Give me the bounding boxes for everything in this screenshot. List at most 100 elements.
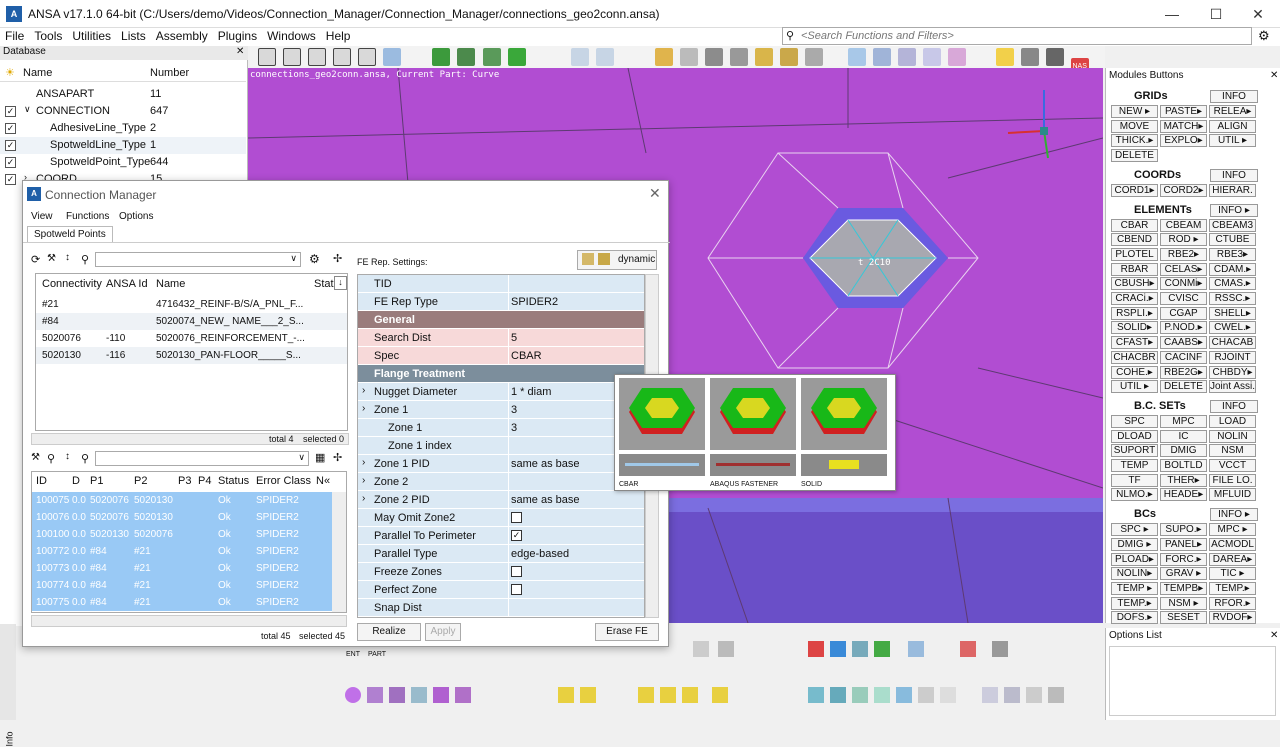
tool-pin-icon[interactable] [948, 48, 967, 66]
tool-filter-icon[interactable] [383, 48, 402, 66]
module-button[interactable]: IC [1160, 429, 1207, 443]
module-button[interactable]: RBE3▸ [1209, 247, 1256, 261]
col-p3[interactable]: P3 [178, 475, 191, 487]
module-button[interactable]: SPC [1111, 414, 1158, 428]
db-row-checkbox[interactable]: ✓ [5, 174, 16, 185]
section-icon[interactable] [455, 687, 471, 703]
chevron-right-icon[interactable]: › [362, 403, 365, 414]
cbar-preview-image[interactable] [619, 378, 705, 450]
grid-icon[interactable]: ▦ [315, 451, 325, 464]
property-row[interactable]: FE Rep Type SPIDER2 [358, 293, 644, 311]
sort-icon[interactable]: ↕ [65, 252, 70, 263]
property-checkbox[interactable] [511, 584, 522, 595]
module-button[interactable]: CBEAM [1160, 218, 1207, 232]
tool-delete-icon[interactable] [729, 48, 748, 66]
tool-open-icon[interactable] [457, 48, 476, 66]
tool-bold-icon[interactable] [258, 48, 276, 66]
table-row[interactable]: 100075 0.0 5020076 5020130 Ok SPIDER2 [32, 492, 332, 509]
module-button[interactable]: RBE2G▸ [1160, 365, 1207, 379]
module-button[interactable]: DAREA▸ [1209, 552, 1256, 566]
tool-cut-icon[interactable] [805, 48, 824, 66]
property-row[interactable]: › Zone 2 PID same as base [358, 491, 644, 509]
module-button[interactable]: COHE.▸ [1111, 365, 1158, 379]
db-row[interactable]: ANSAPART 11 [0, 86, 246, 103]
col-p2[interactable]: P2 [134, 475, 147, 487]
chevron-right-icon[interactable]: › [362, 457, 365, 468]
gear-icon[interactable]: ⚙ [1258, 28, 1270, 44]
module-button[interactable]: CACINF [1160, 350, 1207, 364]
info-tab[interactable]: Info [5, 731, 15, 746]
property-checkbox[interactable]: ✓ [511, 530, 522, 541]
pin-icon[interactable]: ✢ [333, 252, 342, 265]
module-button[interactable]: CORD1▸ [1111, 183, 1158, 197]
tool-arrows-icon[interactable] [923, 48, 942, 66]
cube-gear-icon[interactable] [992, 641, 1008, 657]
module-button[interactable]: CGAP [1160, 306, 1207, 320]
panel-close-icon[interactable]: ✕ [1270, 630, 1278, 641]
module-button[interactable]: SUPORT [1111, 444, 1158, 458]
property-row[interactable]: Snap Dist [358, 599, 644, 617]
chevron-right-icon[interactable]: › [362, 385, 365, 396]
menu-tools[interactable]: Tools [29, 29, 67, 43]
property-checkbox[interactable] [511, 512, 522, 523]
property-row[interactable]: Flange Treatment [358, 365, 644, 383]
module-button[interactable]: PLOAD▸ [1111, 552, 1158, 566]
undo-icon[interactable] [654, 48, 673, 66]
module-button[interactable]: MFLUID [1209, 488, 1256, 502]
filter-search-icon[interactable]: ⚲ [81, 452, 89, 465]
table-row[interactable]: 100774 0.0 #84 #21 Ok SPIDER2 [32, 577, 332, 594]
module-button[interactable]: CELAS▸ [1160, 262, 1207, 276]
pencil-icon[interactable] [982, 687, 998, 703]
module-button[interactable]: RSPLI.▸ [1111, 306, 1158, 320]
dynamic-mode-button[interactable]: dynamic [577, 250, 657, 270]
face-3-icon[interactable] [638, 687, 654, 703]
property-row[interactable]: Parallel To Perimeter ✓ [358, 527, 644, 545]
module-button[interactable]: PLOTEL [1111, 247, 1158, 261]
module-button[interactable]: THICK.▸ [1111, 134, 1158, 148]
cube-green-icon[interactable] [874, 641, 890, 657]
module-button[interactable]: CHACBR [1111, 350, 1158, 364]
search-zoom-icon[interactable] [595, 48, 614, 66]
tool-m-icon[interactable] [308, 48, 327, 66]
tool-check-icon[interactable] [507, 48, 526, 66]
property-row[interactable]: › Nugget Diameter 1 * diam [358, 383, 644, 401]
menu-windows[interactable]: Windows [262, 29, 321, 43]
property-row[interactable]: › Zone 1 PID same as base [358, 455, 644, 473]
table-row[interactable]: 100772 0.0 #84 #21 Ok SPIDER2 [32, 543, 332, 560]
db-row[interactable]: ✓ ∨ CONNECTION 647 [0, 103, 246, 120]
chevron-down-icon[interactable]: ∨ [24, 104, 31, 115]
module-button[interactable]: DLOAD [1111, 429, 1158, 443]
mesh-cube-7-icon[interactable] [940, 687, 956, 703]
module-button[interactable]: SOLID▸ [1111, 321, 1158, 335]
module-button[interactable]: SPC ▸ [1111, 523, 1158, 537]
cube-icon[interactable] [852, 641, 868, 657]
module-button[interactable]: CHBDY▸ [1209, 365, 1256, 379]
property-row[interactable]: General [358, 311, 644, 329]
col-d[interactable]: D [72, 475, 80, 487]
module-button[interactable]: CBEAM3 [1209, 218, 1256, 232]
property-row[interactable]: Parallel Type edge-based [358, 545, 644, 563]
module-button[interactable]: CMAS.▸ [1209, 277, 1256, 291]
table-row[interactable]: 100076 0.0 5020076 5020130 Ok SPIDER2 [32, 509, 332, 526]
cube-select-icon[interactable] [908, 641, 924, 657]
module-button[interactable]: TIC ▸ [1209, 567, 1256, 581]
close-icon[interactable]: ✕ [1236, 2, 1280, 26]
property-row[interactable]: Spec CBAR [358, 347, 644, 365]
apply-button[interactable]: Apply [425, 623, 461, 641]
col-id[interactable]: ID [36, 475, 47, 487]
horizontal-scrollbar[interactable] [31, 615, 347, 627]
chevron-right-icon[interactable]: › [362, 493, 365, 504]
cube-red-icon[interactable] [960, 641, 976, 657]
module-button[interactable]: RJOINT [1209, 350, 1256, 364]
curve-icon[interactable] [1026, 687, 1042, 703]
table-row[interactable]: 100775 0.0 #84 #21 Ok SPIDER2 [32, 594, 332, 611]
module-info-button[interactable]: INFO ▸ [1210, 508, 1258, 522]
module-button[interactable]: TEMP ▸ [1111, 581, 1158, 595]
module-button[interactable]: TEMP [1111, 459, 1158, 472]
module-button[interactable]: CRACi.▸ [1111, 292, 1158, 305]
col-p1[interactable]: P1 [90, 475, 103, 487]
module-button[interactable]: MPC ▸ [1209, 523, 1256, 537]
module-button[interactable]: CVISC [1160, 292, 1207, 305]
tool-stack-icon[interactable] [1045, 48, 1064, 66]
module-button[interactable]: THER▸ [1160, 473, 1207, 487]
